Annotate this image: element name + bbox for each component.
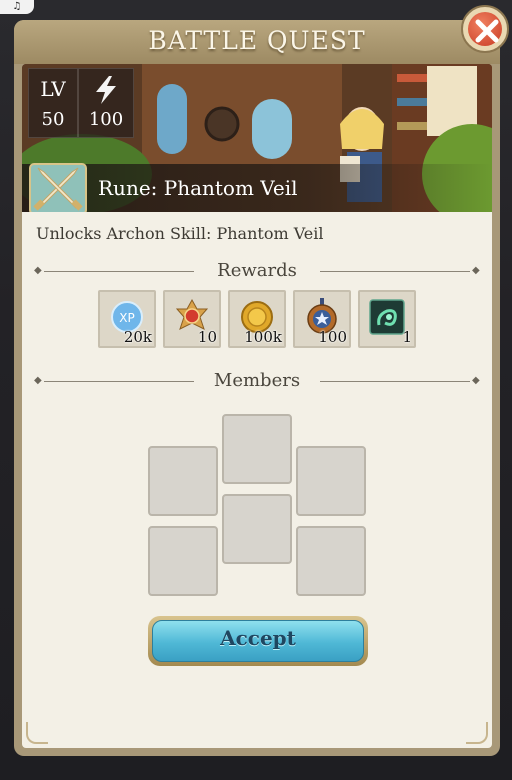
level-label: LV bbox=[40, 77, 66, 101]
member-slot-left-lower[interactable] bbox=[148, 526, 218, 596]
accept-button[interactable]: Accept bbox=[148, 616, 368, 666]
reward-qty: 100 bbox=[318, 328, 347, 346]
dialog-title: BATTLE QUEST bbox=[148, 26, 366, 55]
reward-qty: 20k bbox=[123, 328, 152, 346]
unlock-text: Unlocks Archon Skill: Phantom Veil bbox=[36, 224, 324, 243]
close-button[interactable] bbox=[461, 5, 509, 53]
rewards-heading: ◆ Rewards ◆ bbox=[34, 260, 480, 281]
close-icon bbox=[475, 19, 499, 43]
reward-red-medal[interactable]: 10 bbox=[163, 290, 221, 348]
member-slot-top[interactable] bbox=[222, 414, 292, 484]
reward-xp[interactable]: XP 20k bbox=[98, 290, 156, 348]
title-bar: BATTLE QUEST bbox=[14, 20, 500, 64]
xp-badge-text: XP bbox=[119, 311, 134, 325]
crossed-swords-icon bbox=[29, 163, 87, 212]
quest-dialog: BATTLE QUEST LV 50 100 Rune: Phantom Vei… bbox=[14, 5, 509, 756]
member-slot-center[interactable] bbox=[222, 494, 292, 564]
accept-label: Accept bbox=[220, 626, 296, 650]
frame-corner-ornament bbox=[26, 722, 48, 744]
member-slot-right-lower[interactable] bbox=[296, 526, 366, 596]
reward-blue-medal[interactable]: 100 bbox=[293, 290, 351, 348]
dialog-body: LV 50 100 Rune: Phantom Veil Unlocks Arc… bbox=[22, 64, 492, 748]
energy-box: 100 bbox=[78, 68, 134, 138]
reward-qty: 100k bbox=[244, 328, 282, 346]
level-box: LV 50 bbox=[28, 68, 78, 138]
member-slot-left-upper[interactable] bbox=[148, 446, 218, 516]
level-value: 50 bbox=[41, 109, 65, 130]
member-slot-right-upper[interactable] bbox=[296, 446, 366, 516]
reward-qty: 10 bbox=[197, 328, 217, 346]
green-rune-icon bbox=[369, 299, 405, 335]
energy-value: 100 bbox=[88, 109, 124, 130]
members-heading: ◆ Members ◆ bbox=[34, 370, 480, 391]
quest-banner: LV 50 100 Rune: Phantom Veil bbox=[22, 64, 492, 212]
reward-green-rune[interactable]: 1 bbox=[358, 290, 416, 348]
lightning-icon bbox=[96, 76, 116, 104]
rune-name: Rune: Phantom Veil bbox=[98, 176, 298, 200]
frame-corner-ornament bbox=[466, 722, 488, 744]
reward-gold[interactable]: 100k bbox=[228, 290, 286, 348]
music-icon: ♫ bbox=[0, 0, 34, 14]
reward-qty: 1 bbox=[402, 328, 412, 346]
